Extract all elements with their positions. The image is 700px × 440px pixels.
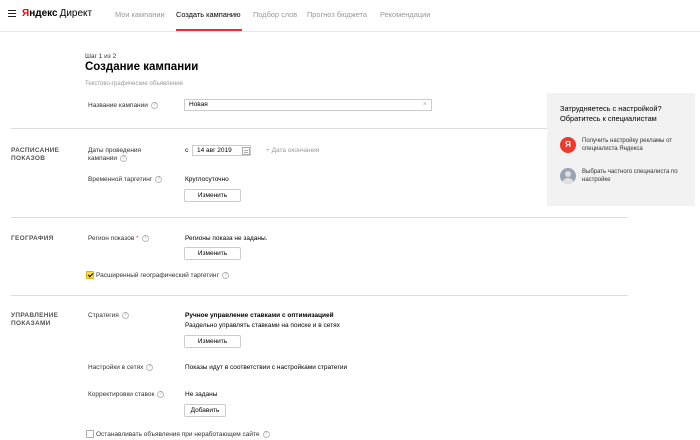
add-bid-adjustment-button[interactable]: Добавить (184, 404, 226, 417)
management-section-title-line2: ПОКАЗАМИ (11, 320, 51, 327)
strategy-description: Раздельно управлять ставками на поиске и… (185, 322, 340, 329)
step-indicator: Шаг 1 из 2 (85, 53, 117, 60)
management-section-title-line1: УПРАВЛЕНИЕ (11, 312, 59, 319)
strategy-label: Стратегия? (88, 312, 129, 319)
schedule-section-title-line2: ПОКАЗОВ (11, 155, 46, 162)
stop-ads-label-text: Останавливать объявления при неработающе… (96, 431, 260, 439)
question-icon[interactable]: ? (155, 176, 163, 183)
network-settings-label-text: Настройки в сетях (88, 364, 144, 372)
nav-create-campaign[interactable]: Создать кампанию (176, 10, 241, 19)
question-icon[interactable]: ? (150, 102, 158, 109)
time-targeting-value: Круглосуточно (185, 176, 229, 183)
dates-label-line1: Даты проведения (88, 147, 142, 154)
schedule-section-title-line1: РАСПИСАНИЕ (11, 147, 60, 154)
bid-adjustments-value: Не заданы (185, 391, 218, 398)
top-bar: Яндекс Директ Мои кампании Создать кампан… (0, 0, 700, 31)
time-targeting-label: Временной таргетинг? (88, 176, 163, 184)
question-icon[interactable]: ? (157, 391, 165, 398)
logo-direct: Директ (59, 8, 93, 19)
page-title: Создание кампании (85, 61, 199, 73)
campaign-name-value: Новая (189, 101, 208, 108)
question-icon[interactable]: ? (141, 235, 149, 242)
geo-section-title: ГЕОГРАФИЯ (11, 235, 54, 242)
dates-label-line2: кампании (88, 155, 118, 163)
help-panel: Затрудняетесь с настройкой? Обратитесь к… (547, 93, 695, 206)
campaign-name-label: Название кампании? (88, 102, 158, 109)
logo-yandex: ндекс (29, 8, 58, 19)
campaign-name-label-text: Название кампании (88, 102, 148, 110)
private-specialist-text: Выбрать частного специалиста по настройк… (582, 169, 678, 183)
add-end-date-link[interactable]: + Дата окончания (266, 147, 319, 154)
bid-adjustments-label-text: Корректировки ставок (88, 391, 155, 399)
yandex-specialist-option[interactable]: Я Получить настройку рекламы от специали… (560, 135, 690, 157)
management-section-title: УПРАВЛЕНИЕ ПОКАЗАМИ (11, 312, 58, 328)
extended-geo-label-text: Расширенный географический таргетинг (96, 272, 219, 280)
campaign-name-input[interactable]: Новая × (184, 99, 432, 111)
question-icon[interactable]: ? (146, 364, 154, 371)
private-specialist-option[interactable]: Выбрать частного специалиста по настройк… (560, 166, 690, 188)
dates-label: Даты проведения кампании? (88, 147, 141, 163)
help-title: Затрудняетесь с настройкой? Обратитесь к… (560, 104, 662, 123)
extended-geo-label: Расширенный географический таргетинг? (96, 272, 229, 279)
section-divider (11, 217, 628, 218)
strategy-label-text: Стратегия (88, 312, 119, 320)
stop-ads-checkbox[interactable] (86, 430, 94, 438)
yandex-logo-icon: Я (560, 137, 576, 153)
nav-recommendations[interactable]: Рекомендации (380, 10, 430, 19)
logo[interactable]: Яндекс Директ (22, 8, 92, 19)
specialist-avatar-icon (560, 168, 576, 184)
question-icon[interactable]: ? (120, 155, 128, 162)
region-label-text: Регион показов (88, 235, 135, 243)
region-value: Регионы показа не заданы. (185, 235, 268, 242)
strategy-title: Ручное управление ставками с оптимизацие… (185, 312, 334, 319)
clear-icon[interactable]: × (423, 100, 427, 110)
question-icon[interactable]: ? (221, 272, 229, 279)
header-divider (0, 31, 700, 32)
bid-adjustments-label: Корректировки ставок? (88, 391, 165, 399)
yandex-specialist-text: Получить настройку рекламы от специалист… (582, 138, 673, 152)
extended-geo-checkbox[interactable] (86, 271, 94, 279)
section-divider (11, 295, 628, 296)
date-from-prefix: с (185, 147, 189, 154)
nav-word-selection[interactable]: Подбор слов (253, 10, 297, 19)
calendar-icon[interactable] (242, 147, 250, 155)
change-time-targeting-button[interactable]: Изменить (184, 189, 241, 202)
section-divider (11, 128, 628, 129)
question-icon[interactable]: ? (262, 431, 270, 438)
region-label: Регион показов *? (88, 235, 149, 242)
nav-my-campaigns[interactable]: Мои кампании (115, 10, 165, 19)
change-strategy-button[interactable]: Изменить (184, 335, 241, 348)
start-date-value: 14 авг 2019 (197, 147, 232, 154)
network-settings-label: Настройки в сетях? (88, 364, 154, 372)
question-icon[interactable]: ? (121, 312, 129, 319)
network-settings-value: Показы идут в соответствии с настройками… (185, 364, 348, 371)
change-region-button[interactable]: Изменить (184, 247, 241, 260)
time-targeting-label-text: Временной таргетинг (88, 176, 153, 184)
stop-ads-label: Останавливать объявления при неработающе… (96, 431, 270, 438)
menu-icon[interactable] (8, 10, 16, 17)
campaign-type: Текстово-графические объявления (85, 81, 183, 87)
nav-budget-forecast[interactable]: Прогноз бюджета (307, 10, 367, 19)
schedule-section-title: РАСПИСАНИЕ ПОКАЗОВ (11, 147, 59, 163)
required-mark: * (136, 235, 139, 243)
